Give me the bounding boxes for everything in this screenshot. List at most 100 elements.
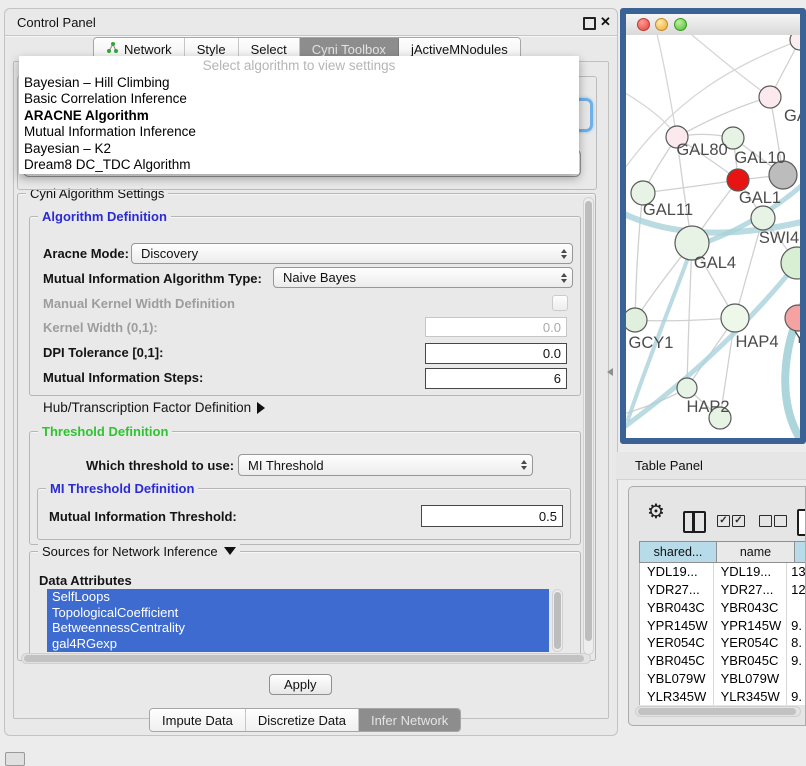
network-node[interactable] xyxy=(727,169,749,191)
tab-impute-data[interactable]: Impute Data xyxy=(150,709,246,731)
aracne-mode-combobox[interactable]: Discovery xyxy=(131,243,573,264)
table-row[interactable]: YBL079WYBL079W xyxy=(640,670,806,688)
network-edge xyxy=(656,35,677,137)
table-row[interactable]: YLR345WYLR345W9. xyxy=(640,687,806,705)
network-svg[interactable]: GALGAL80GAL10GAL1GAL11SWI4GAL4GCY1HAP4YH… xyxy=(626,35,800,438)
zoom-traffic-light-icon[interactable] xyxy=(674,18,687,31)
sources-title-label: Sources for Network Inference xyxy=(42,544,218,559)
manual-kernel-width-checkbox[interactable] xyxy=(552,295,568,311)
tab-infer-network-label: Infer Network xyxy=(371,713,448,728)
table-row[interactable]: YBR043CYBR043C xyxy=(640,599,806,617)
node-label: GAL xyxy=(784,107,800,125)
kernel-width-label: Kernel Width (0,1): xyxy=(43,320,158,335)
network-node[interactable] xyxy=(781,247,800,279)
table-cell: YPR145W xyxy=(714,616,788,634)
network-node[interactable] xyxy=(721,304,749,332)
settings-vertical-scrollbar[interactable] xyxy=(583,197,594,655)
minimize-traffic-light-icon[interactable] xyxy=(655,18,668,31)
network-view-window: GALGAL80GAL10GAL1GAL11SWI4GAL4GCY1HAP4YH… xyxy=(620,8,806,444)
apply-button[interactable]: Apply xyxy=(269,674,332,695)
data-attributes-list[interactable]: SelfLoops TopologicalCoefficient Between… xyxy=(47,589,549,652)
mi-steps-field[interactable]: 6 xyxy=(425,368,567,389)
mi-algorithm-type-combobox[interactable]: Naive Bayes xyxy=(273,267,573,288)
network-canvas[interactable]: GALGAL80GAL10GAL1GAL11SWI4GAL4GCY1HAP4YH… xyxy=(626,35,800,438)
table-cell: YER054C xyxy=(640,634,714,652)
column-header-shared-name[interactable]: shared... xyxy=(639,541,717,563)
network-window-titlebar xyxy=(626,14,800,36)
table-panel-title: Table Panel xyxy=(635,458,703,473)
list-item[interactable]: BetweennessCentrality xyxy=(47,620,549,636)
table-cell: YPR145W xyxy=(640,616,714,634)
column-header-clipped[interactable] xyxy=(795,541,806,563)
dropdown-item[interactable]: Basic Correlation Inference xyxy=(19,91,579,107)
network-tab-icon xyxy=(106,41,119,57)
table-row[interactable]: YDL19...YDL19...13 xyxy=(640,563,806,581)
table-row[interactable]: YER054CYER054C8. xyxy=(640,634,806,652)
desktop: { "window": { "title": "Control Panel" }… xyxy=(0,0,806,762)
bottom-tabbar: Impute Data Discretize Data Infer Networ… xyxy=(149,708,461,732)
dropdown-placeholder: Select algorithm to view settings xyxy=(19,56,579,75)
table-row[interactable]: YDR27...YDR27...12 xyxy=(640,581,806,599)
dpi-tolerance-field[interactable]: 0.0 xyxy=(425,343,567,364)
network-node[interactable] xyxy=(751,206,775,230)
minimized-panel-icon[interactable] xyxy=(5,752,25,766)
deselect-all-checkbox-icon[interactable] xyxy=(759,515,772,527)
tab-discretize-data[interactable]: Discretize Data xyxy=(246,709,359,731)
table-header-row: shared... name xyxy=(639,541,806,563)
node-label: HAP4 xyxy=(735,333,778,351)
mi-algorithm-type-value: Naive Bayes xyxy=(283,270,356,285)
sources-title[interactable]: Sources for Network Inference xyxy=(38,544,240,559)
close-icon[interactable]: ✕ xyxy=(600,14,611,30)
tab-select-label: Select xyxy=(251,42,287,57)
network-node[interactable] xyxy=(790,35,800,50)
which-threshold-combobox[interactable]: MI Threshold xyxy=(238,454,533,476)
dropdown-item[interactable]: Bayesian – K2 xyxy=(19,141,579,157)
tab-jactivemnodules-label: jActiveMNodules xyxy=(411,42,508,57)
attributes-list-scrollbar[interactable] xyxy=(552,589,563,652)
list-item[interactable]: SelfLoops xyxy=(47,589,549,605)
network-node[interactable] xyxy=(626,308,647,332)
network-edge xyxy=(635,318,735,321)
table-cell: YLR345W xyxy=(714,687,788,705)
split-columns-icon[interactable] xyxy=(683,511,706,533)
table-horizontal-scrollbar[interactable] xyxy=(635,706,801,717)
tab-discretize-data-label: Discretize Data xyxy=(258,713,346,728)
dpi-tolerance-label: DPI Tolerance [0,1]: xyxy=(43,345,163,360)
list-item[interactable]: TopologicalCoefficient xyxy=(47,605,549,621)
select-all-checkbox-icon[interactable]: ✓ xyxy=(732,515,745,527)
aracne-mode-value: Discovery xyxy=(141,246,198,261)
table-body: YDL19...YDL19...13YDR27...YDR27...12YBR0… xyxy=(639,563,806,705)
tab-style-label: Style xyxy=(197,42,226,57)
table-row[interactable]: YPR145WYPR145W9. xyxy=(640,616,806,634)
float-window-icon[interactable] xyxy=(583,17,596,30)
dropdown-item-selected[interactable]: ARACNE Algorithm xyxy=(19,108,579,124)
network-edge xyxy=(643,180,738,193)
table-cell: YDL19... xyxy=(640,563,714,581)
tab-infer-network[interactable]: Infer Network xyxy=(359,709,460,731)
dropdown-item[interactable]: Bayesian – Hill Climbing xyxy=(19,75,579,91)
select-all-checkbox-icon[interactable]: ✓ xyxy=(717,515,730,527)
hub-definition-expander[interactable]: Hub/Transcription Factor Definition xyxy=(43,400,265,415)
dropdown-item[interactable]: Dream8 DC_TDC Algorithm xyxy=(19,157,579,173)
network-node[interactable] xyxy=(759,86,781,108)
kernel-width-field[interactable]: 0.0 xyxy=(425,317,567,337)
panel-resize-handle[interactable] xyxy=(607,368,613,376)
network-edge xyxy=(635,193,643,320)
table-row[interactable]: YBR045CYBR045C9. xyxy=(640,652,806,670)
network-node[interactable] xyxy=(677,378,697,398)
dropdown-item[interactable]: Mutual Information Inference xyxy=(19,124,579,140)
table-cell: YDL19... xyxy=(714,563,788,581)
network-edge xyxy=(686,35,770,97)
mi-algorithm-type-label: Mutual Information Algorithm Type: xyxy=(43,271,262,286)
deselect-all-checkbox-icon[interactable] xyxy=(774,515,787,527)
table-cell: YBR043C xyxy=(714,599,788,617)
sources-horizontal-scrollbar[interactable] xyxy=(21,653,591,664)
column-header-name[interactable]: name xyxy=(717,541,795,563)
algorithm-definition-title: Algorithm Definition xyxy=(38,209,171,224)
network-node[interactable] xyxy=(785,305,800,331)
list-item[interactable]: gal4RGexp xyxy=(47,636,549,652)
close-traffic-light-icon[interactable] xyxy=(637,18,650,31)
mi-threshold-field[interactable]: 0.5 xyxy=(421,505,563,527)
export-table-icon[interactable] xyxy=(797,509,806,536)
table-cell xyxy=(787,599,806,617)
